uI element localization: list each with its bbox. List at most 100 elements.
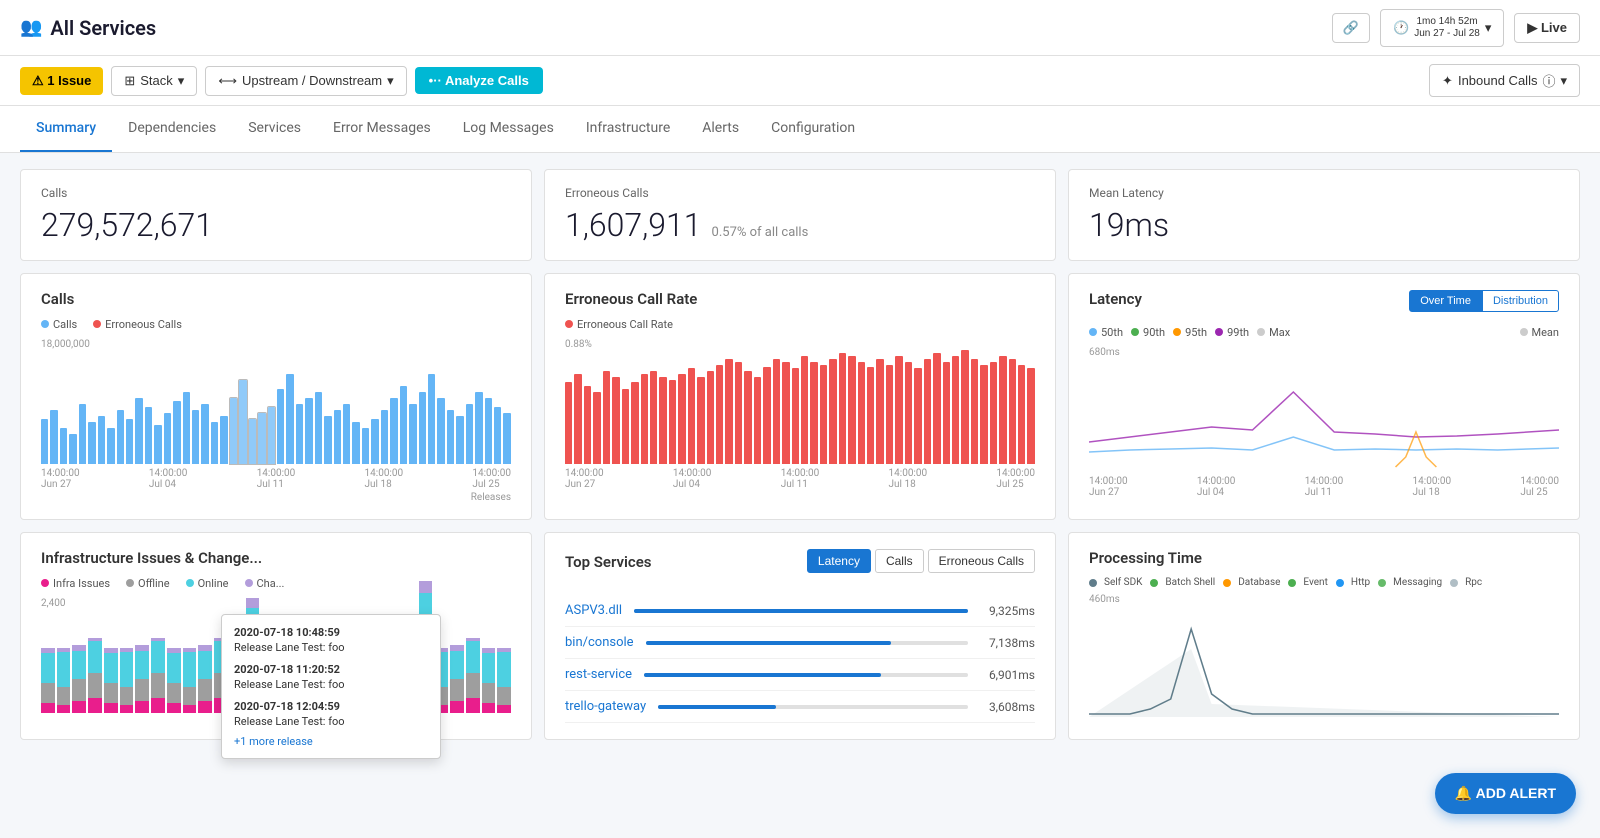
latency-btn-group: Over Time Distribution [1409, 290, 1559, 312]
latency-chart-card: Latency Over Time Distribution 50th 90th… [1068, 273, 1580, 520]
calls-bar [135, 398, 142, 464]
calls-bar [466, 404, 473, 464]
err-bar [1027, 368, 1034, 464]
calls-bar [305, 398, 312, 464]
service-bar [634, 609, 968, 613]
tab-log-messages[interactable]: Log Messages [447, 106, 570, 152]
latency-dates: 14:00:00Jun 27 14:00:00Jul 04 14:00:00Ju… [1089, 476, 1559, 498]
calls-bar [201, 404, 208, 464]
infra-segment [450, 701, 464, 713]
infra-segment [198, 701, 212, 713]
calls-bar [173, 401, 180, 464]
messaging-dot [1378, 579, 1386, 587]
infra-segment [198, 651, 212, 679]
processing-legend: Self SDK Batch Shell Database Event Http [1089, 577, 1559, 588]
err-bar [933, 353, 940, 464]
infra-bar-col [198, 645, 212, 713]
infra-segment [57, 652, 71, 687]
service-name[interactable]: rest-service [565, 667, 632, 682]
inbound-icon: ✦ [1442, 73, 1453, 89]
infra-segment [450, 679, 464, 701]
tooltip-more[interactable]: +1 more release [234, 735, 428, 748]
infra-segment [167, 683, 181, 703]
tooltip-item-3: 2020-07-18 12:04:59 Release Lane Test: f… [234, 699, 428, 730]
latency-btn[interactable]: Latency [807, 549, 871, 573]
tab-error-messages[interactable]: Error Messages [317, 106, 447, 152]
calls-bar [211, 422, 218, 464]
infra-segment [167, 653, 181, 683]
calls-bar [390, 398, 397, 464]
calls-bar [60, 428, 67, 464]
toolbar: ⚠ 1 Issue ⊞ Stack ▾ ⟷ Upstream / Downstr… [0, 56, 1600, 106]
err-bar [612, 377, 619, 464]
err-bar [980, 365, 987, 464]
stats-row: Calls 279,572,671 Erroneous Calls 1,607,… [20, 169, 1580, 261]
inbound-calls-button[interactable]: ✦ Inbound Calls ⓘ ▾ [1429, 64, 1580, 97]
service-name[interactable]: bin/console [565, 635, 634, 650]
latency-stat-label: Mean Latency [1089, 186, 1559, 200]
calls-bar [343, 404, 350, 464]
calls-bar [419, 392, 426, 464]
err-bar [943, 362, 950, 464]
distribution-button[interactable]: Distribution [1482, 290, 1559, 312]
err-bar [961, 350, 968, 464]
nav-tabs: Summary Dependencies Services Error Mess… [0, 106, 1600, 153]
calls-btn[interactable]: Calls [875, 549, 924, 573]
infra-segment [135, 701, 149, 713]
self-sdk-item: Self SDK [1089, 577, 1142, 588]
infra-segment [88, 641, 102, 673]
erroneous-legend-dot [93, 320, 101, 328]
upstream-chevron-icon: ▾ [387, 73, 394, 89]
header-left: 👥 All Services [20, 16, 156, 40]
calls-bar [437, 398, 444, 464]
err-bar [782, 362, 789, 464]
infra-segment [57, 705, 71, 713]
upstream-button[interactable]: ⟷ Upstream / Downstream ▾ [205, 66, 406, 96]
service-bar-wrap [634, 609, 968, 613]
tab-infrastructure[interactable]: Infrastructure [570, 106, 686, 152]
stack-button[interactable]: ⊞ Stack ▾ [111, 66, 197, 96]
tab-alerts[interactable]: Alerts [686, 106, 755, 152]
top-services-card: Top Services Latency Calls Erroneous Cal… [544, 532, 1056, 740]
time-range-button[interactable]: 🕐 1mo 14h 52m Jun 27 - Jul 28 ▾ [1380, 9, 1504, 47]
issue-button[interactable]: ⚠ 1 Issue [20, 67, 103, 95]
tab-services[interactable]: Services [232, 106, 317, 152]
err-bar [622, 389, 629, 464]
calls-legend-dot [41, 320, 49, 328]
err-bar [754, 377, 761, 464]
over-time-button[interactable]: Over Time [1409, 290, 1482, 312]
add-alert-button[interactable]: 🔔 ADD ALERT [1435, 773, 1576, 814]
err-bar [876, 359, 883, 464]
calls-stat-label: Calls [41, 186, 511, 200]
tab-configuration[interactable]: Configuration [755, 106, 871, 152]
latency-stat-value: 19ms [1089, 206, 1559, 244]
max-dot [1257, 328, 1265, 336]
infra-bar-col [466, 638, 480, 713]
calls-bar [126, 419, 133, 464]
live-button[interactable]: ▶ Live [1514, 13, 1580, 43]
calls-bar [277, 389, 284, 464]
infra-bar-col [482, 648, 496, 713]
err-bar [631, 382, 638, 465]
latency-header: Latency Over Time Distribution [1089, 290, 1559, 318]
tab-summary[interactable]: Summary [20, 106, 112, 152]
tab-dependencies[interactable]: Dependencies [112, 106, 232, 152]
latency-stat-card: Mean Latency 19ms [1068, 169, 1580, 261]
offline-dot [126, 579, 134, 587]
link-button[interactable]: 🔗 [1332, 13, 1370, 43]
calls-bar [192, 410, 199, 464]
err-bar [801, 356, 808, 464]
err-bar [886, 365, 893, 464]
service-name[interactable]: trello-gateway [565, 699, 646, 714]
infra-segment [120, 687, 134, 705]
err-bar [584, 386, 591, 464]
analyze-calls-button[interactable]: •·· Analyze Calls [415, 67, 543, 94]
infra-segment [104, 703, 118, 713]
service-name[interactable]: ASPV3.dll [565, 603, 622, 618]
err-bar [914, 368, 921, 464]
err-bar [858, 362, 865, 464]
service-item: ASPV3.dll 9,325ms [565, 595, 1035, 627]
erroneous-calls-btn[interactable]: Erroneous Calls [928, 549, 1035, 573]
processing-line-chart [1089, 609, 1559, 719]
calls-bar [79, 404, 86, 464]
